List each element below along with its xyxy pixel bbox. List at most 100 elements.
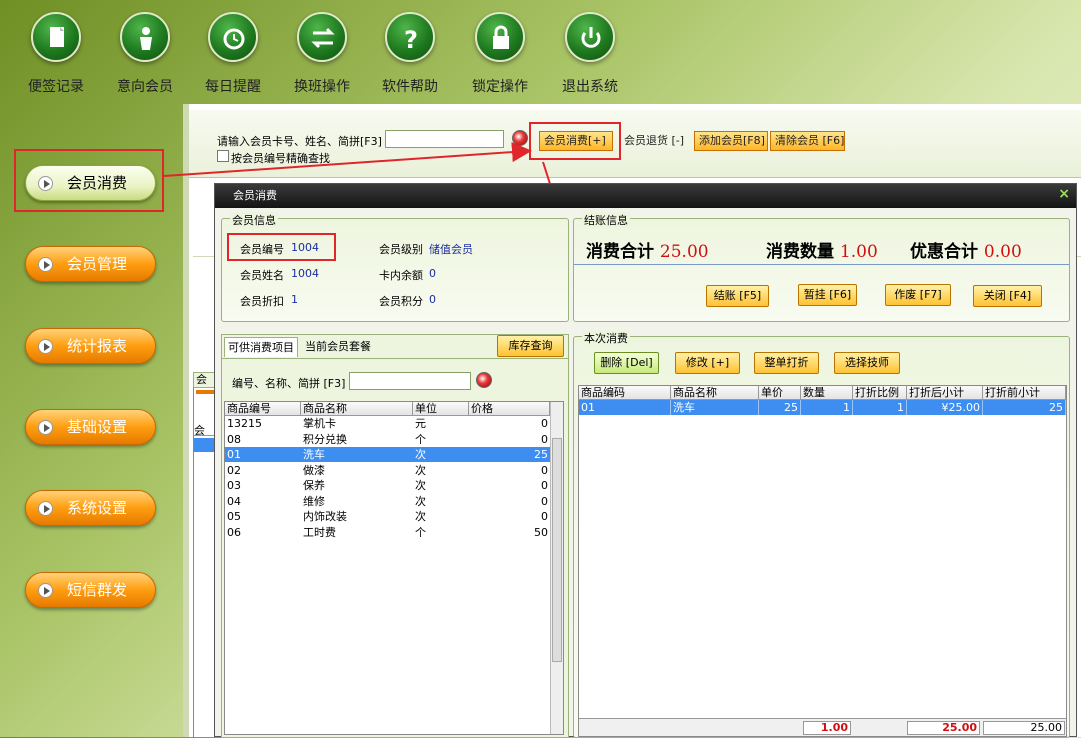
select-technician-button[interactable]: 选择技师 xyxy=(834,352,900,374)
items-column-header[interactable]: 商品名称 xyxy=(301,402,413,416)
items-cell: 个 xyxy=(415,525,426,539)
items-cell: 0 xyxy=(541,510,548,523)
member-info-title: 会员信息 xyxy=(230,212,278,228)
consumption-column-header[interactable]: 商品名称 xyxy=(671,386,759,400)
items-cell: 13215 xyxy=(227,417,262,430)
items-column-header[interactable]: 商品编号 xyxy=(225,402,301,416)
consumption-column-header[interactable]: 打折比例 xyxy=(853,386,907,400)
items-cell: 洗车 xyxy=(303,448,325,461)
checkout-group: 结账信息 消费合计 25.00 消费数量 1.00 优惠合计 0.00 结账 [… xyxy=(573,212,1070,322)
items-cell: 做漆 xyxy=(303,463,325,477)
items-cell: 04 xyxy=(227,494,241,508)
consumption-cell: 01 xyxy=(579,400,671,415)
item-search-icon[interactable] xyxy=(476,372,492,388)
items-cell: 掌机卡 xyxy=(303,417,336,430)
member-discount-label: 会员折扣 xyxy=(240,295,284,308)
items-table-row[interactable]: 01 洗车 次 25 xyxy=(225,447,550,462)
items-cell: 维修 xyxy=(303,494,325,508)
modify-button[interactable]: 修改 [+] xyxy=(675,352,740,374)
total-amount: 消费合计 25.00 xyxy=(586,242,709,262)
items-cell: 积分兑换 xyxy=(303,432,347,446)
items-cell: 工时费 xyxy=(303,525,336,539)
items-cell: 次 xyxy=(415,463,426,477)
items-table-row[interactable]: 13215 掌机卡 元 0 xyxy=(225,416,550,431)
consumption-column-header[interactable]: 数量 xyxy=(801,386,853,400)
total-amount-value: 25.00 xyxy=(659,242,709,262)
total-discount-value: 0.00 xyxy=(983,242,1022,262)
items-cell: 元 xyxy=(415,417,426,430)
items-cell: 0 xyxy=(541,494,548,508)
items-cell: 0 xyxy=(541,479,548,492)
item-search-label: 编号、名称、简拼 [F3] xyxy=(232,377,346,390)
items-cell: 0 xyxy=(541,417,548,430)
tab-available-items[interactable]: 可供消费项目 xyxy=(224,337,298,357)
void-button[interactable]: 作废 [F7] xyxy=(885,284,951,306)
highlight-box-member-id xyxy=(227,233,336,261)
member-points-label: 会员积分 xyxy=(379,295,423,308)
items-table-row[interactable]: 04 维修 次 0 xyxy=(225,494,550,509)
current-consumption-group: 本次消费 删除 [Del] 修改 [+] 整单打折 选择技师 商品编码 商品名称单… xyxy=(573,330,1070,738)
checkout-title: 结账信息 xyxy=(582,212,630,228)
consumption-cell: 25 xyxy=(759,400,801,415)
items-cell: 次 xyxy=(415,479,426,492)
consumption-column-header[interactable]: 单价 xyxy=(759,386,801,400)
items-cell: 0 xyxy=(541,463,548,477)
whole-order-discount-button[interactable]: 整单打折 xyxy=(754,352,819,374)
items-cell: 内饰改装 xyxy=(303,510,347,523)
items-cell: 50 xyxy=(534,525,548,539)
close-icon[interactable]: × xyxy=(1058,186,1070,202)
item-search-input[interactable] xyxy=(349,372,471,390)
items-cell: 0 xyxy=(541,432,548,446)
items-scrollbar[interactable] xyxy=(550,402,563,734)
member-name-label: 会员姓名 xyxy=(240,269,284,282)
dialog-title: 会员消费 xyxy=(215,184,1076,208)
items-panel: 可供消费项目 当前会员套餐 库存查询 编号、名称、简拼 [F3] 商品编号 商品名… xyxy=(221,334,569,738)
consumption-column-header[interactable]: 打折后小计 xyxy=(907,386,983,400)
stock-query-button[interactable]: 库存查询 xyxy=(497,335,564,357)
total-quantity-value: 1.00 xyxy=(839,242,878,262)
items-table-row[interactable]: 06 工时费 个 50 xyxy=(225,525,550,540)
footer-before-discount: 25.00 xyxy=(983,721,1065,735)
footer-after-discount: 25.00 xyxy=(907,721,980,735)
items-cell: 25 xyxy=(534,448,548,461)
items-table-row[interactable]: 02 做漆 次 0 xyxy=(225,463,550,478)
items-table-row[interactable]: 08 积分兑换 个 0 xyxy=(225,432,550,447)
items-cell: 次 xyxy=(415,448,426,461)
consumption-column-header[interactable]: 商品编码 xyxy=(579,386,671,400)
suspend-button[interactable]: 暂挂 [F6] xyxy=(798,284,857,306)
items-cell: 05 xyxy=(227,510,241,523)
items-column-header[interactable]: 价格 xyxy=(469,402,550,416)
close-dialog-button[interactable]: 关闭 [F4] xyxy=(973,285,1042,307)
member-level-label: 会员级别 xyxy=(379,243,423,256)
total-discount: 优惠合计 0.00 xyxy=(910,242,1022,262)
consumption-cell: 25 xyxy=(983,400,1066,415)
consumption-column-header[interactable]: 打折前小计 xyxy=(983,386,1066,400)
member-discount-value: 1 xyxy=(291,293,298,306)
items-cell: 02 xyxy=(227,463,241,477)
items-cell: 次 xyxy=(415,510,426,523)
items-cell: 06 xyxy=(227,525,241,539)
member-name-value: 1004 xyxy=(291,267,319,280)
consumption-cell: 1 xyxy=(801,400,853,415)
settle-button[interactable]: 结账 [F5] xyxy=(706,285,769,307)
items-table: 商品编号 商品名称 单位 价格 13215 掌机卡元 0 08 积分兑换个 0 01 洗车次 25 02… xyxy=(224,401,564,735)
tab-member-packages[interactable]: 当前会员套餐 xyxy=(302,337,374,357)
delete-button[interactable]: 删除 [Del] xyxy=(594,352,659,374)
member-level-value: 储值会员 xyxy=(429,243,473,256)
scrollbar-thumb[interactable] xyxy=(552,438,562,662)
total-quantity: 消费数量 1.00 xyxy=(766,242,878,262)
footer-quantity: 1.00 xyxy=(803,721,851,735)
items-cell: 个 xyxy=(415,432,426,446)
consumption-cell: 洗车 xyxy=(671,400,759,415)
member-consume-dialog: 会员消费 × 会员信息 会员编号 1004 会员级别 储值会员 会员姓名 100… xyxy=(214,183,1077,738)
items-cell: 03 xyxy=(227,479,241,492)
consumption-table: 商品编码 商品名称 单价 数量 打折比例 打折后小计 打折前小计 01 洗车 25 1 1 ¥25.0… xyxy=(578,385,1067,737)
consumption-cell: 1 xyxy=(853,400,907,415)
consumption-table-row[interactable]: 01 洗车 25 1 1 ¥25.00 25 xyxy=(579,400,1066,415)
consumption-footer: 1.00 25.00 25.00 xyxy=(579,718,1066,736)
current-consumption-title: 本次消费 xyxy=(582,330,630,346)
member-points-value: 0 xyxy=(429,293,436,306)
items-column-header[interactable]: 单位 xyxy=(413,402,469,416)
items-table-row[interactable]: 05 内饰改装 次 0 xyxy=(225,509,550,524)
items-table-row[interactable]: 03 保养 次 0 xyxy=(225,478,550,493)
